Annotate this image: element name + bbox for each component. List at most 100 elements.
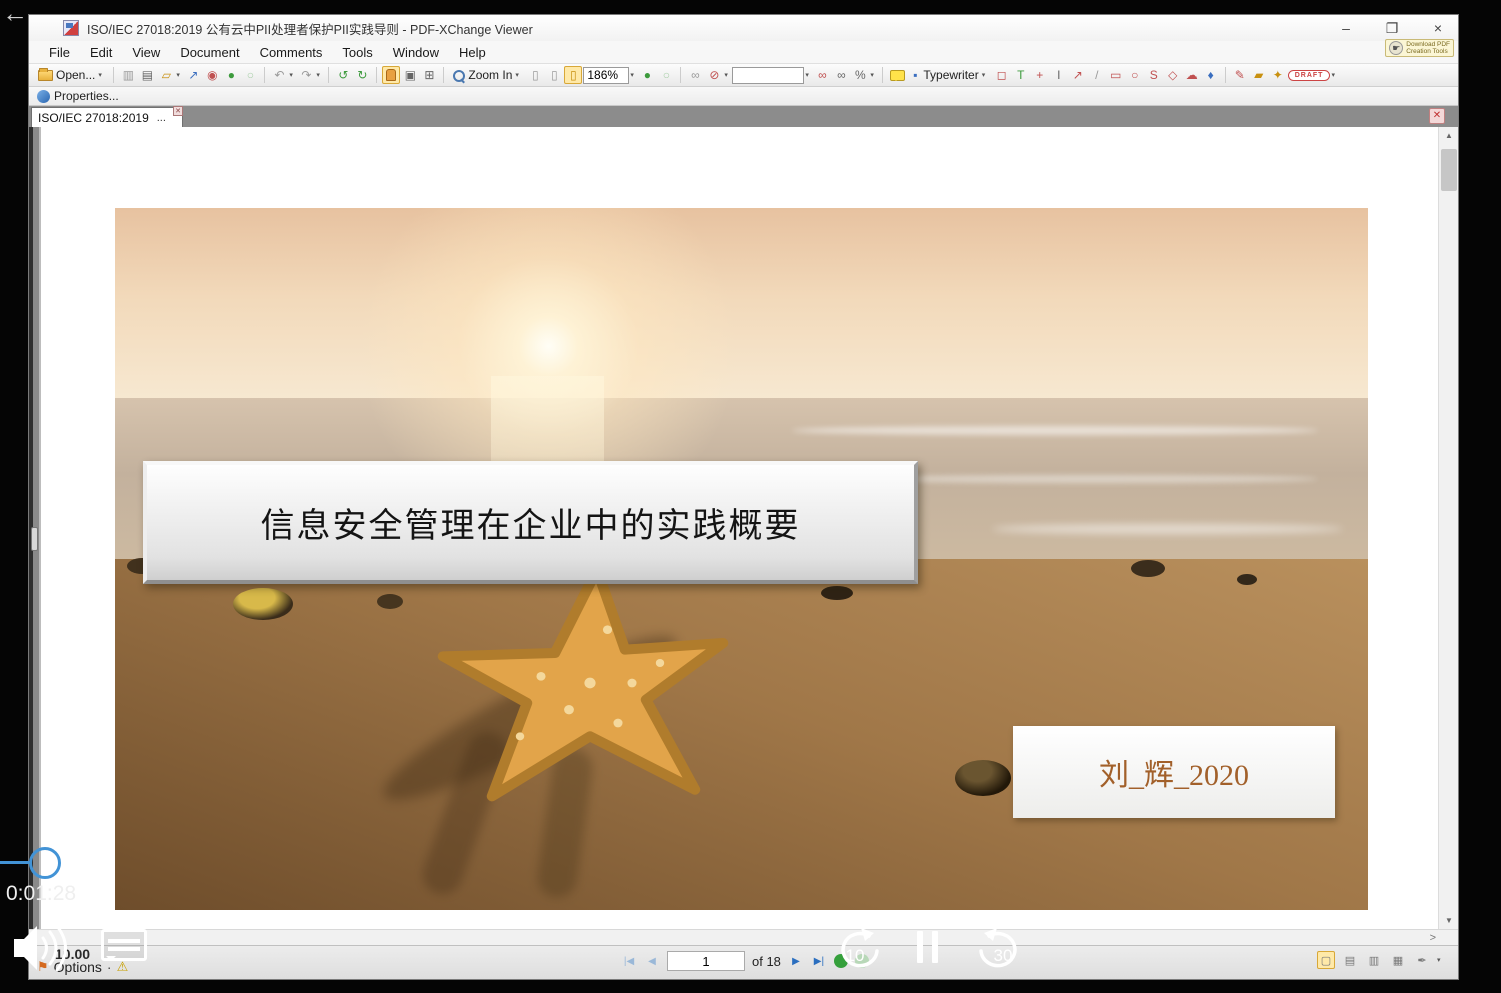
stamp-tool-icon[interactable]: ✦	[1269, 66, 1287, 84]
fit-width-icon[interactable]: ▯	[564, 66, 582, 84]
brush-icon[interactable]: ✒	[1413, 951, 1431, 969]
menu-edit[interactable]: Edit	[80, 43, 122, 62]
titlebar[interactable]: ISO/IEC 27018:2019 公有云中PII处理者保护PII实践导则 -…	[29, 15, 1458, 41]
scroll-right-icon[interactable]: >	[1430, 930, 1436, 946]
properties-button[interactable]: Properties...	[54, 89, 119, 103]
oval-tool-icon[interactable]: ○	[1126, 66, 1144, 84]
menu-view[interactable]: View	[122, 43, 170, 62]
chevron-down-icon[interactable]: ▾	[805, 71, 812, 79]
continuous-facing-view-button[interactable]: ▦	[1389, 951, 1407, 969]
seek-bar[interactable]	[0, 861, 30, 864]
search-icon[interactable]: ●	[222, 66, 240, 84]
tab-close-icon[interactable]: ✕	[173, 106, 183, 116]
fit-page-icon[interactable]: ▯	[545, 66, 563, 84]
chevron-down-icon[interactable]: ▾	[98, 71, 105, 79]
menu-file[interactable]: File	[39, 43, 80, 62]
chevron-down-icon[interactable]: ▾	[1437, 956, 1444, 964]
single-page-view-button[interactable]: ▢	[1317, 951, 1335, 969]
restore-button[interactable]: ❐	[1382, 20, 1402, 37]
chevron-down-icon[interactable]: ▾	[870, 71, 877, 79]
continuous-view-button[interactable]: ▤	[1341, 951, 1359, 969]
minimize-button[interactable]: –	[1336, 20, 1356, 36]
opacity-icon[interactable]: %	[851, 66, 869, 84]
facing-view-button[interactable]: ▥	[1365, 951, 1383, 969]
download-pdf-tools-button[interactable]: ☛ Download PDF Creation Tools	[1385, 39, 1454, 57]
undo-icon[interactable]: ↶	[270, 66, 288, 84]
find-input[interactable]	[732, 67, 804, 84]
callout-tool-icon[interactable]: ◻	[993, 66, 1011, 84]
last-page-button[interactable]: ▶|	[811, 956, 827, 967]
rewind-10-button[interactable]: 10	[828, 926, 882, 974]
save-icon[interactable]: ▥	[119, 66, 137, 84]
chevron-down-icon[interactable]: ▾	[982, 71, 989, 79]
zoom-level-input[interactable]	[583, 67, 629, 84]
redo-icon[interactable]: ↷	[297, 66, 315, 84]
find-icon[interactable]: ∞	[813, 66, 831, 84]
polygon-tool-icon[interactable]: ◇	[1164, 66, 1182, 84]
back-arrow-icon[interactable]: ←	[2, 0, 28, 29]
chevron-down-icon[interactable]: ▾	[316, 71, 323, 79]
close-button[interactable]: ×	[1428, 20, 1448, 36]
seek-handle[interactable]	[29, 847, 61, 879]
zoom-in-button[interactable]: Zoom In ▾	[449, 67, 525, 83]
crosshair-tool-icon[interactable]: +	[1031, 66, 1049, 84]
draft-stamp-badge[interactable]: DRAFT	[1288, 70, 1331, 81]
chevron-down-icon[interactable]: ▾	[289, 71, 296, 79]
print-icon[interactable]: ▤	[138, 66, 156, 84]
splitter-handle[interactable]	[31, 527, 38, 551]
pause-button[interactable]	[917, 931, 938, 963]
search-again-icon[interactable]: ○	[241, 66, 259, 84]
textbox-tool-icon[interactable]: T	[1012, 66, 1030, 84]
menu-tools[interactable]: Tools	[332, 43, 382, 62]
zoom-marquee-icon[interactable]: ⊞	[420, 66, 438, 84]
export-icon[interactable]: ▱	[157, 66, 175, 84]
vertical-scroll-thumb[interactable]	[1441, 149, 1457, 191]
typewriter-button[interactable]: ▪ Typewriter ▾	[907, 65, 991, 85]
rotate-left-icon[interactable]: ↺	[334, 66, 352, 84]
no-loupe-icon[interactable]: ⊘	[705, 66, 723, 84]
send-mail-icon[interactable]: ↗	[184, 66, 202, 84]
open-button[interactable]: Open... ▾	[35, 67, 108, 83]
scroll-down-icon[interactable]: ▼	[1439, 912, 1458, 929]
previous-view-icon[interactable]: ●	[638, 66, 656, 84]
zoom-out-page-icon[interactable]: ▯	[526, 66, 544, 84]
comment-bubble-icon[interactable]	[888, 66, 906, 84]
text-select-icon[interactable]: I	[1050, 66, 1068, 84]
menu-comments[interactable]: Comments	[250, 43, 333, 62]
menu-window[interactable]: Window	[383, 43, 449, 62]
highlight-tool-icon[interactable]: ▰	[1250, 66, 1268, 84]
vertical-scrollbar[interactable]: ▲ ▼	[1438, 127, 1458, 929]
navigation-pane-splitter[interactable]	[29, 127, 41, 929]
hand-tool-button[interactable]	[382, 66, 400, 84]
next-view-icon[interactable]: ○	[657, 66, 675, 84]
page-number-input[interactable]	[667, 951, 745, 971]
document-close-button[interactable]: ✕	[1429, 108, 1445, 124]
menu-document[interactable]: Document	[170, 43, 249, 62]
menu-help[interactable]: Help	[449, 43, 496, 62]
pdf-xchange-tool-icon[interactable]: ◉	[203, 66, 221, 84]
chevron-down-icon[interactable]: ▾	[630, 71, 637, 79]
chevron-down-icon[interactable]: ▾	[176, 71, 183, 79]
captions-icon[interactable]	[101, 929, 147, 961]
snapshot-icon[interactable]: ▣	[401, 66, 419, 84]
chevron-down-icon[interactable]: ▾	[724, 71, 731, 79]
line-tool-icon[interactable]: /	[1088, 66, 1106, 84]
document-tab[interactable]: ISO/IEC 27018:2019 ... ✕	[31, 107, 183, 127]
chevron-down-icon[interactable]: ▾	[515, 71, 522, 79]
cloud-tool-icon[interactable]: ☁	[1183, 66, 1201, 84]
pin-tool-icon[interactable]: ♦	[1202, 66, 1220, 84]
first-page-button[interactable]: |◀	[621, 956, 637, 967]
chevron-down-icon[interactable]: ▾	[1331, 71, 1338, 79]
volume-icon[interactable]	[12, 922, 68, 974]
loupe-tool-icon[interactable]: ∞	[686, 66, 704, 84]
forward-30-button[interactable]: 30	[976, 926, 1030, 974]
next-page-button[interactable]: ▶	[788, 956, 804, 967]
find-next-icon[interactable]: ∞	[832, 66, 850, 84]
previous-page-button[interactable]: ◀	[644, 956, 660, 967]
pencil-tool-icon[interactable]: ✎	[1231, 66, 1249, 84]
horizontal-scrollbar[interactable]: >	[29, 929, 1458, 945]
rotate-right-icon[interactable]: ↻	[353, 66, 371, 84]
scroll-up-icon[interactable]: ▲	[1439, 127, 1458, 144]
rectangle-tool-icon[interactable]: ▭	[1107, 66, 1125, 84]
pdf-page[interactable]: 信息安全管理在企业中的实践概要 刘_辉_2020	[41, 127, 1438, 929]
